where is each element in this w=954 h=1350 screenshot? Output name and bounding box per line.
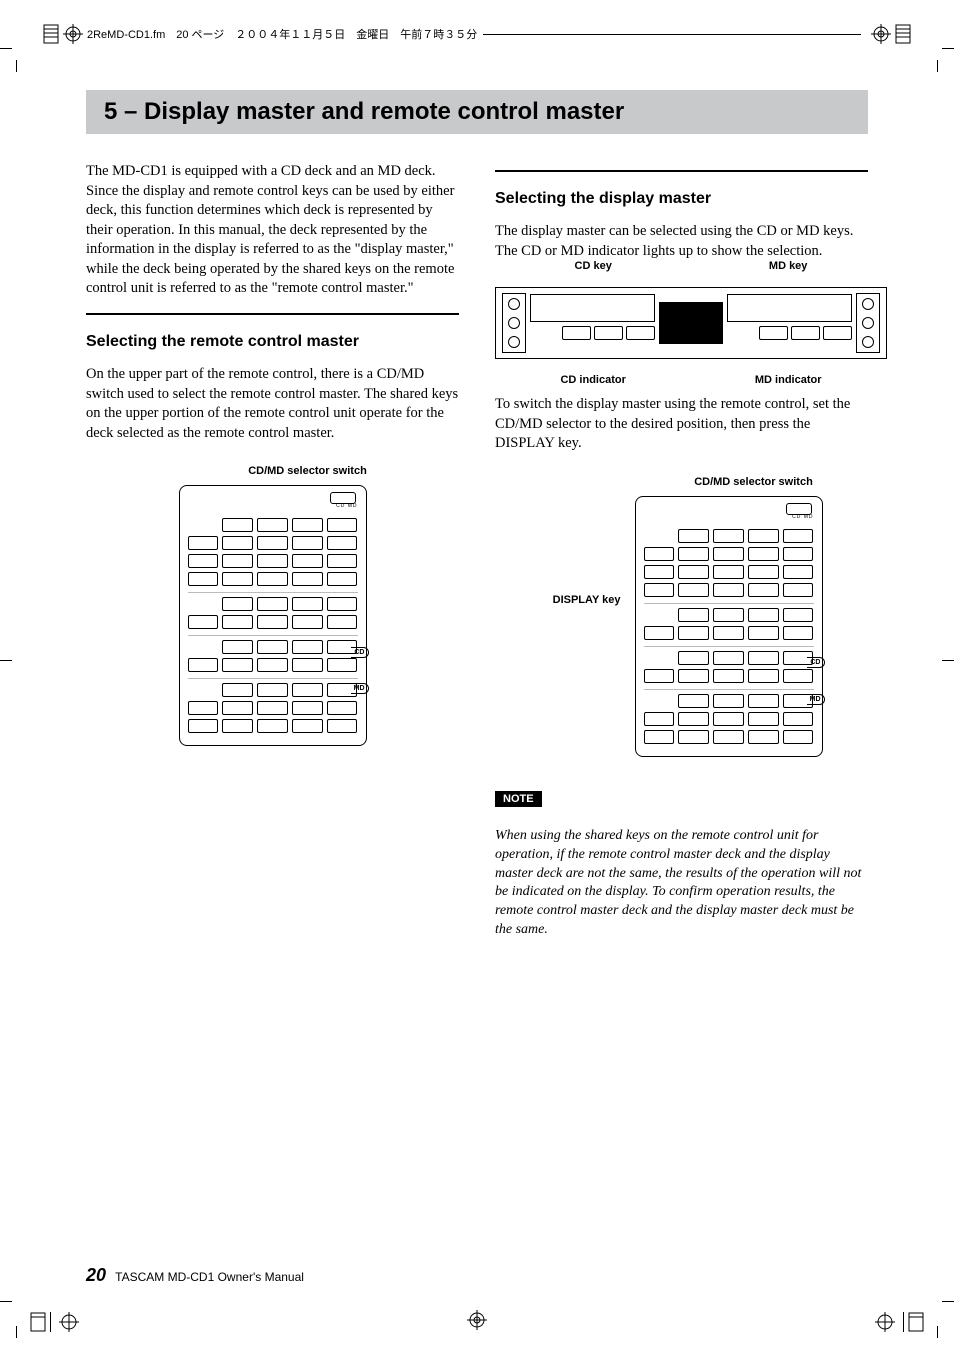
crop-tick (942, 660, 954, 661)
cd-section-badge: CD (807, 657, 824, 668)
registration-mark-icon (63, 24, 83, 44)
md-section-badge: MD (351, 683, 369, 694)
bottom-registration (0, 1310, 954, 1330)
booklet-icon (908, 1312, 924, 1332)
section-rule (495, 170, 868, 172)
md-key-label: MD key (769, 260, 808, 272)
cdmd-labels: CD MD (336, 503, 357, 509)
right-column: Selecting the display master The display… (495, 162, 868, 954)
crop-tick (0, 660, 12, 661)
crop-tick (942, 48, 954, 49)
deck-bottom-labels: CD indicator MD indicator (496, 374, 886, 386)
body-paragraph: The display master can be selected using… (495, 222, 868, 261)
remote-illustration: CD MD CD (179, 485, 367, 746)
header-rule (483, 34, 861, 35)
intro-paragraph: The MD-CD1 is equipped with a CD deck an… (86, 162, 459, 299)
page: 2ReMD-CD1.fm 20 ページ ２００４年１１月５日 金曜日 午前７時３… (0, 0, 954, 1350)
md-indicator-label: MD indicator (755, 374, 822, 386)
remote-illustration: CD MD (635, 496, 823, 757)
page-number: 20 (86, 1265, 106, 1285)
booklet-icon (895, 24, 911, 44)
md-section-badge: MD (807, 694, 825, 705)
cd-indicator-label: CD indicator (560, 374, 625, 386)
registration-mark-icon (875, 1312, 895, 1332)
cd-key-label: CD key (575, 260, 612, 272)
figure-label: CD/MD selector switch (694, 476, 813, 488)
crop-tick (942, 1301, 954, 1302)
chapter-title: 5 – Display master and remote control ma… (104, 98, 850, 126)
chapter-heading-bar: 5 – Display master and remote control ma… (86, 90, 868, 134)
section-heading: Selecting the display master (495, 190, 868, 208)
two-column-layout: The MD-CD1 is equipped with a CD deck an… (86, 162, 868, 954)
page-footer: 20 TASCAM MD-CD1 Owner's Manual (86, 1265, 304, 1286)
figure-label: CD/MD selector switch (248, 465, 367, 477)
display-key-label: DISPLAY key (541, 472, 627, 606)
registration-mark-icon (871, 24, 891, 44)
registration-mark-icon (59, 1312, 79, 1332)
left-column: The MD-CD1 is equipped with a CD deck an… (86, 162, 459, 764)
cd-section-badge: CD (351, 647, 368, 658)
section-heading: Selecting the remote control master (86, 333, 459, 351)
crop-tick (937, 60, 938, 72)
registration-mark-icon (467, 1310, 487, 1330)
section-rule (86, 313, 459, 315)
bottom-right-marks (871, 1312, 924, 1332)
figure-deck: CD key MD key (495, 287, 868, 359)
note-text: When using the shared keys on the remote… (495, 827, 868, 940)
deck-top-labels: CD key MD key (496, 260, 886, 272)
prepress-header: 2ReMD-CD1.fm 20 ページ ２００４年１１月５日 金曜日 午前７時３… (43, 24, 911, 44)
booklet-icon (30, 1312, 46, 1332)
cdmd-labels: CD MD (792, 514, 813, 520)
booklet-icon (43, 24, 59, 44)
bottom-left-marks (30, 1312, 83, 1332)
deck-illustration: CD key MD key (495, 287, 887, 359)
crop-tick (0, 48, 12, 49)
content-area: 5 – Display master and remote control ma… (86, 90, 868, 1260)
figure-remote-1: CD/MD selector switch CD MD (86, 461, 459, 746)
prepress-meta: 2ReMD-CD1.fm 20 ページ ２００４年１１月５日 金曜日 午前７時３… (87, 26, 477, 42)
crop-tick (16, 60, 17, 72)
doc-title: TASCAM MD-CD1 Owner's Manual (115, 1270, 304, 1284)
figure-remote-2: DISPLAY key CD/MD selector switch CD MD (495, 472, 868, 757)
note-badge: NOTE (495, 791, 542, 807)
body-paragraph: To switch the display master using the r… (495, 395, 868, 454)
body-paragraph: On the upper part of the remote control,… (86, 365, 459, 443)
crop-tick (0, 1301, 12, 1302)
